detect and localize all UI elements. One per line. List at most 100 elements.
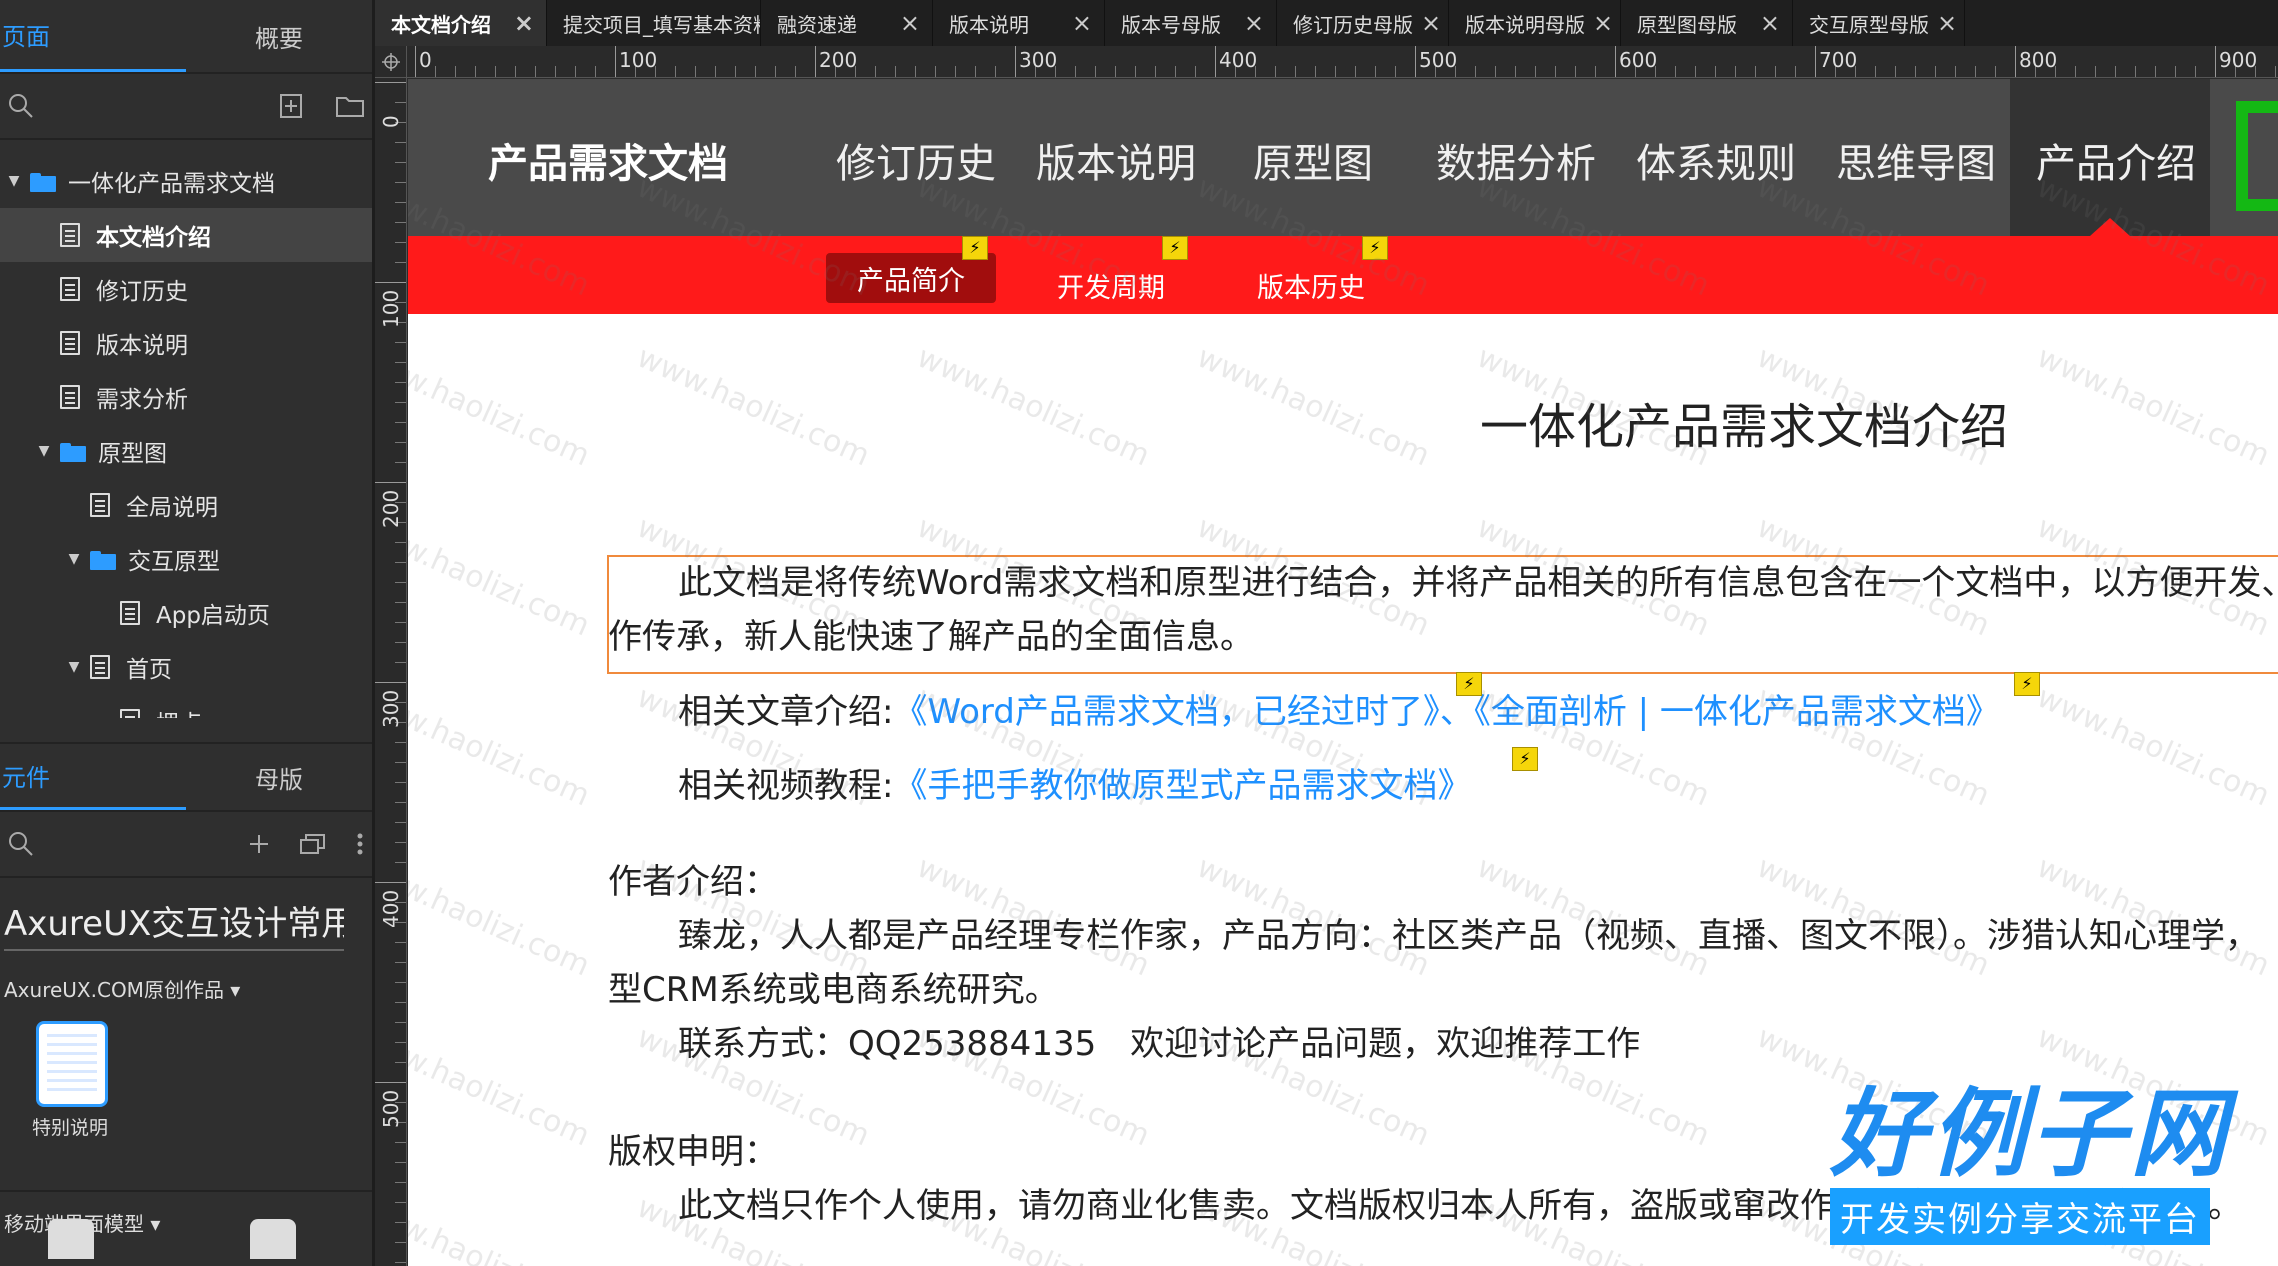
ruler-tick	[2215, 46, 2216, 77]
ruler-tick	[1775, 66, 1776, 77]
tab-pages[interactable]: 页面	[0, 0, 186, 72]
brand-overlay: 好例子网 开发实例分享交流平台	[1830, 1086, 2230, 1245]
mobile-widget-thumbnail[interactable]	[250, 1219, 296, 1259]
close-icon[interactable]: ×	[1760, 9, 1780, 37]
interaction-bolt-icon[interactable]: ⚡	[1162, 236, 1188, 260]
tree-item[interactable]: 本文档介绍	[0, 208, 372, 262]
video-link-1[interactable]: 《手把手教你做原型式产品需求文档》	[893, 766, 1471, 806]
ruler-tick	[395, 962, 406, 963]
nav-item[interactable]: 体系规则	[1636, 131, 1796, 189]
document-tab[interactable]: 版本号母版 ×	[1105, 0, 1277, 46]
document-tab[interactable]: 版本说明母版 ×	[1449, 0, 1621, 46]
document-tab-label: 原型图母版	[1637, 12, 1737, 37]
watermark-text: www.haolizi.com	[911, 339, 1155, 474]
ruler-tick	[1315, 66, 1316, 77]
document-tab[interactable]: 版本说明 ×	[933, 0, 1105, 46]
ruler-label: 0	[379, 115, 403, 128]
close-icon[interactable]: ×	[514, 9, 534, 37]
tree-item[interactable]: ▼ 原型图	[0, 424, 372, 478]
search-icon[interactable]	[8, 93, 34, 119]
ruler-tick	[1095, 66, 1096, 77]
nav-item[interactable]: 修订历史	[836, 131, 996, 189]
article-link-2[interactable]: 《全面剖析 | 一体化产品需求文档》	[1474, 692, 2000, 732]
interaction-bolt-icon[interactable]: ⚡	[2014, 672, 2040, 696]
ruler-tick	[2175, 66, 2176, 77]
close-icon[interactable]: ×	[1244, 9, 1264, 37]
nav-item[interactable]: 产品介绍	[2036, 131, 2196, 189]
document-tab[interactable]: 本文档介绍 ×	[375, 0, 547, 46]
ruler-tick	[395, 162, 406, 163]
tree-item[interactable]: ▼ 首页	[0, 640, 372, 694]
document-tab[interactable]: 修订历史母版 ×	[1277, 0, 1449, 46]
interaction-bolt-icon[interactable]: ⚡	[1512, 747, 1538, 771]
close-icon[interactable]: ×	[900, 9, 920, 37]
add-folder-icon[interactable]	[336, 95, 364, 117]
tab-masters[interactable]: 母版	[186, 744, 372, 810]
document-tab[interactable]: 融资速递 ×	[761, 0, 933, 46]
plus-icon[interactable]	[248, 833, 270, 855]
ruler-label: 100	[619, 48, 658, 72]
interaction-bolt-icon[interactable]: ⚡	[1456, 672, 1482, 696]
tree-item[interactable]: App启动页	[0, 586, 372, 640]
document-tab[interactable]: 交互原型母版 ×	[1793, 0, 1965, 46]
tree-item[interactable]: 全局说明	[0, 478, 372, 532]
ruler-tick	[475, 66, 476, 77]
ruler-tick	[395, 782, 406, 783]
ruler-tick	[595, 66, 596, 77]
pages-toolbar	[0, 74, 372, 140]
chevron-down-icon[interactable]: ▼	[34, 443, 54, 459]
tree-item[interactable]: 版本说明	[0, 316, 372, 370]
add-page-icon[interactable]	[280, 94, 302, 118]
page-icon	[60, 331, 80, 355]
ruler-label: 800	[2019, 48, 2058, 72]
watermark-text: www.haolizi.com	[1191, 339, 1435, 474]
ruler-origin-icon[interactable]	[375, 46, 407, 78]
close-icon[interactable]: ×	[1937, 9, 1957, 37]
tree-item[interactable]: ▼ 交互原型	[0, 532, 372, 586]
mobile-widget-thumbnail[interactable]	[48, 1219, 94, 1259]
tree-item[interactable]: ▼ 一体化产品需求文档	[0, 154, 372, 208]
ruler-tick	[1735, 66, 1736, 77]
ruler-tick	[735, 66, 736, 77]
tree-item[interactable]: 需求分析	[0, 370, 372, 424]
tab-outline[interactable]: 概要	[186, 0, 372, 72]
document-tab[interactable]: 原型图母版 ×	[1621, 0, 1793, 46]
ruler-tick	[1015, 46, 1016, 77]
close-icon[interactable]: ×	[1593, 9, 1613, 37]
interaction-bolt-icon[interactable]: ⚡	[962, 236, 988, 260]
nav-item[interactable]: 版本说明	[1036, 131, 1196, 189]
ruler-label: 300	[1019, 48, 1058, 72]
article-link-1[interactable]: 《Word产品需求文档，已经过时了》	[893, 692, 1439, 732]
intro-line-2: 作传承，新人能快速了解产品的全面信息。	[608, 617, 1254, 657]
nav-item[interactable]: 数据分析	[1436, 131, 1596, 189]
tree-item[interactable]: 修订历史	[0, 262, 372, 316]
more-vertical-icon[interactable]	[356, 832, 364, 856]
ruler-label: 600	[1619, 48, 1658, 72]
folder-icon	[30, 171, 56, 192]
nav-item[interactable]: 思维导图	[1836, 131, 1996, 189]
ruler-tick	[375, 1082, 406, 1083]
library-group-original[interactable]: AxureUX.COM原创作品 ▾	[0, 974, 372, 1003]
chevron-down-icon[interactable]: ▼	[64, 659, 84, 675]
copy-icon[interactable]	[300, 833, 326, 855]
library-select[interactable]: AxureUX交互设计常用 ⇕	[0, 888, 372, 958]
search-icon[interactable]	[8, 831, 34, 857]
tree-item[interactable]: 埋点	[0, 694, 372, 718]
chevron-down-icon[interactable]: ▼	[4, 173, 24, 189]
document-tab[interactable]: 提交项目_填写基本资料×	[547, 0, 761, 46]
chevron-down-icon[interactable]: ▼	[64, 551, 84, 567]
vertical-ruler: 0 100 200 300 400 500	[375, 78, 407, 1266]
tree-item-label: 本文档介绍	[96, 225, 211, 251]
subnav-item[interactable]: 版本历史	[1226, 260, 1396, 310]
design-canvas[interactable]: 产品需求文档 修订历史 版本说明 原型图 数据分析 体系规则 思维导图 产品介绍 产品简介 ⚡…	[408, 79, 2278, 1266]
tab-widgets[interactable]: 元件	[0, 744, 186, 810]
nav-item[interactable]: 原型图	[1253, 131, 1373, 189]
page-icon	[60, 277, 80, 301]
subnav-item[interactable]: 产品简介	[826, 253, 996, 303]
ruler-tick	[1355, 66, 1356, 77]
interaction-bolt-icon[interactable]: ⚡	[1362, 236, 1388, 260]
subnav-item[interactable]: 开发周期	[1026, 260, 1196, 310]
widget-thumbnail[interactable]	[36, 1021, 108, 1107]
close-icon[interactable]: ×	[1072, 9, 1092, 37]
close-icon[interactable]: ×	[1421, 9, 1441, 37]
